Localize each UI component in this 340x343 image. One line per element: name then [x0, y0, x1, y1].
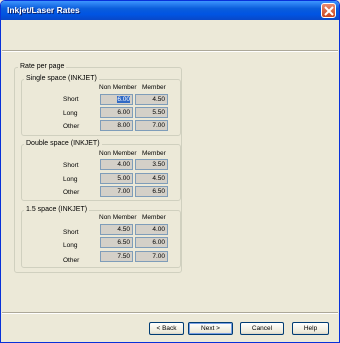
onefive-short-member-field[interactable]: 4.00	[135, 224, 168, 235]
row-label: Short	[63, 229, 79, 236]
title-bar[interactable]: Inkjet/Laser Rates	[1, 1, 339, 20]
row-label: Long	[63, 242, 78, 249]
row-label: Long	[63, 110, 78, 117]
back-button[interactable]: < Back	[149, 322, 184, 335]
single-long-member-field[interactable]: 5.50	[135, 107, 168, 118]
field-value: 6.00	[117, 96, 130, 103]
dialog-window: Inkjet/Laser Rates Rate per page Single …	[0, 0, 340, 343]
onefive-long-member-field[interactable]: 6.00	[135, 237, 168, 248]
onefive-short-nonmember-field[interactable]: 4.50	[100, 224, 133, 235]
col-member: Member	[142, 214, 166, 221]
header-separator	[2, 50, 338, 52]
single-short-member-field[interactable]: 4.50	[135, 94, 168, 105]
footer-separator	[2, 312, 338, 314]
single-other-member-field[interactable]: 7.00	[135, 120, 168, 131]
row-label: Other	[63, 123, 80, 130]
help-button[interactable]: Help	[292, 322, 329, 335]
col-member: Member	[142, 84, 166, 91]
single-other-nonmember-field[interactable]: 8.00	[100, 120, 133, 131]
double-long-nonmember-field[interactable]: 5.00	[100, 173, 133, 184]
col-non-member: Non Member	[99, 214, 137, 221]
single-space-title: Single space (INKJET)	[24, 75, 99, 82]
double-other-member-field[interactable]: 6.50	[135, 186, 168, 197]
double-space-title: Double space (INKJET)	[24, 140, 102, 147]
col-non-member: Non Member	[99, 150, 137, 157]
row-label: Other	[63, 189, 80, 196]
onefive-other-nonmember-field[interactable]: 7.50	[100, 251, 133, 262]
next-button[interactable]: Next >	[188, 322, 233, 335]
single-short-nonmember-field[interactable]: 6.00	[100, 94, 133, 105]
row-label: Short	[63, 162, 79, 169]
onefive-other-member-field[interactable]: 7.00	[135, 251, 168, 262]
row-label: Other	[63, 257, 80, 264]
col-non-member: Non Member	[99, 84, 137, 91]
one-five-space-title: 1.5 space (INKJET)	[24, 206, 90, 213]
cancel-button[interactable]: Cancel	[240, 322, 284, 335]
close-button[interactable]	[321, 3, 336, 18]
single-long-nonmember-field[interactable]: 6.00	[100, 107, 133, 118]
row-label: Long	[63, 176, 78, 183]
col-member: Member	[142, 150, 166, 157]
double-long-member-field[interactable]: 4.50	[135, 173, 168, 184]
window-title: Inkjet/Laser Rates	[7, 5, 80, 15]
close-icon	[324, 6, 334, 16]
onefive-long-nonmember-field[interactable]: 6.50	[100, 237, 133, 248]
double-other-nonmember-field[interactable]: 7.00	[100, 186, 133, 197]
double-short-member-field[interactable]: 3.50	[135, 159, 168, 170]
header-area	[2, 20, 338, 50]
row-label: Short	[63, 96, 79, 103]
double-short-nonmember-field[interactable]: 4.00	[100, 159, 133, 170]
rate-per-page-title: Rate per page	[18, 63, 67, 70]
